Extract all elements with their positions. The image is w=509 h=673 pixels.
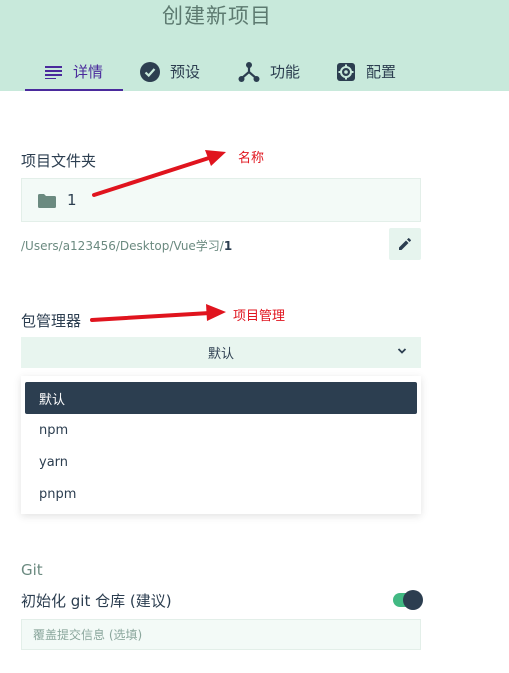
- annotation-manager-note: 项目管理: [233, 309, 286, 324]
- annotation-name-note: 名称: [238, 151, 265, 166]
- arrow-to-manager-note: [90, 304, 226, 322]
- annotation-arrows: [90, 150, 226, 322]
- arrow-to-name-note: [92, 150, 226, 197]
